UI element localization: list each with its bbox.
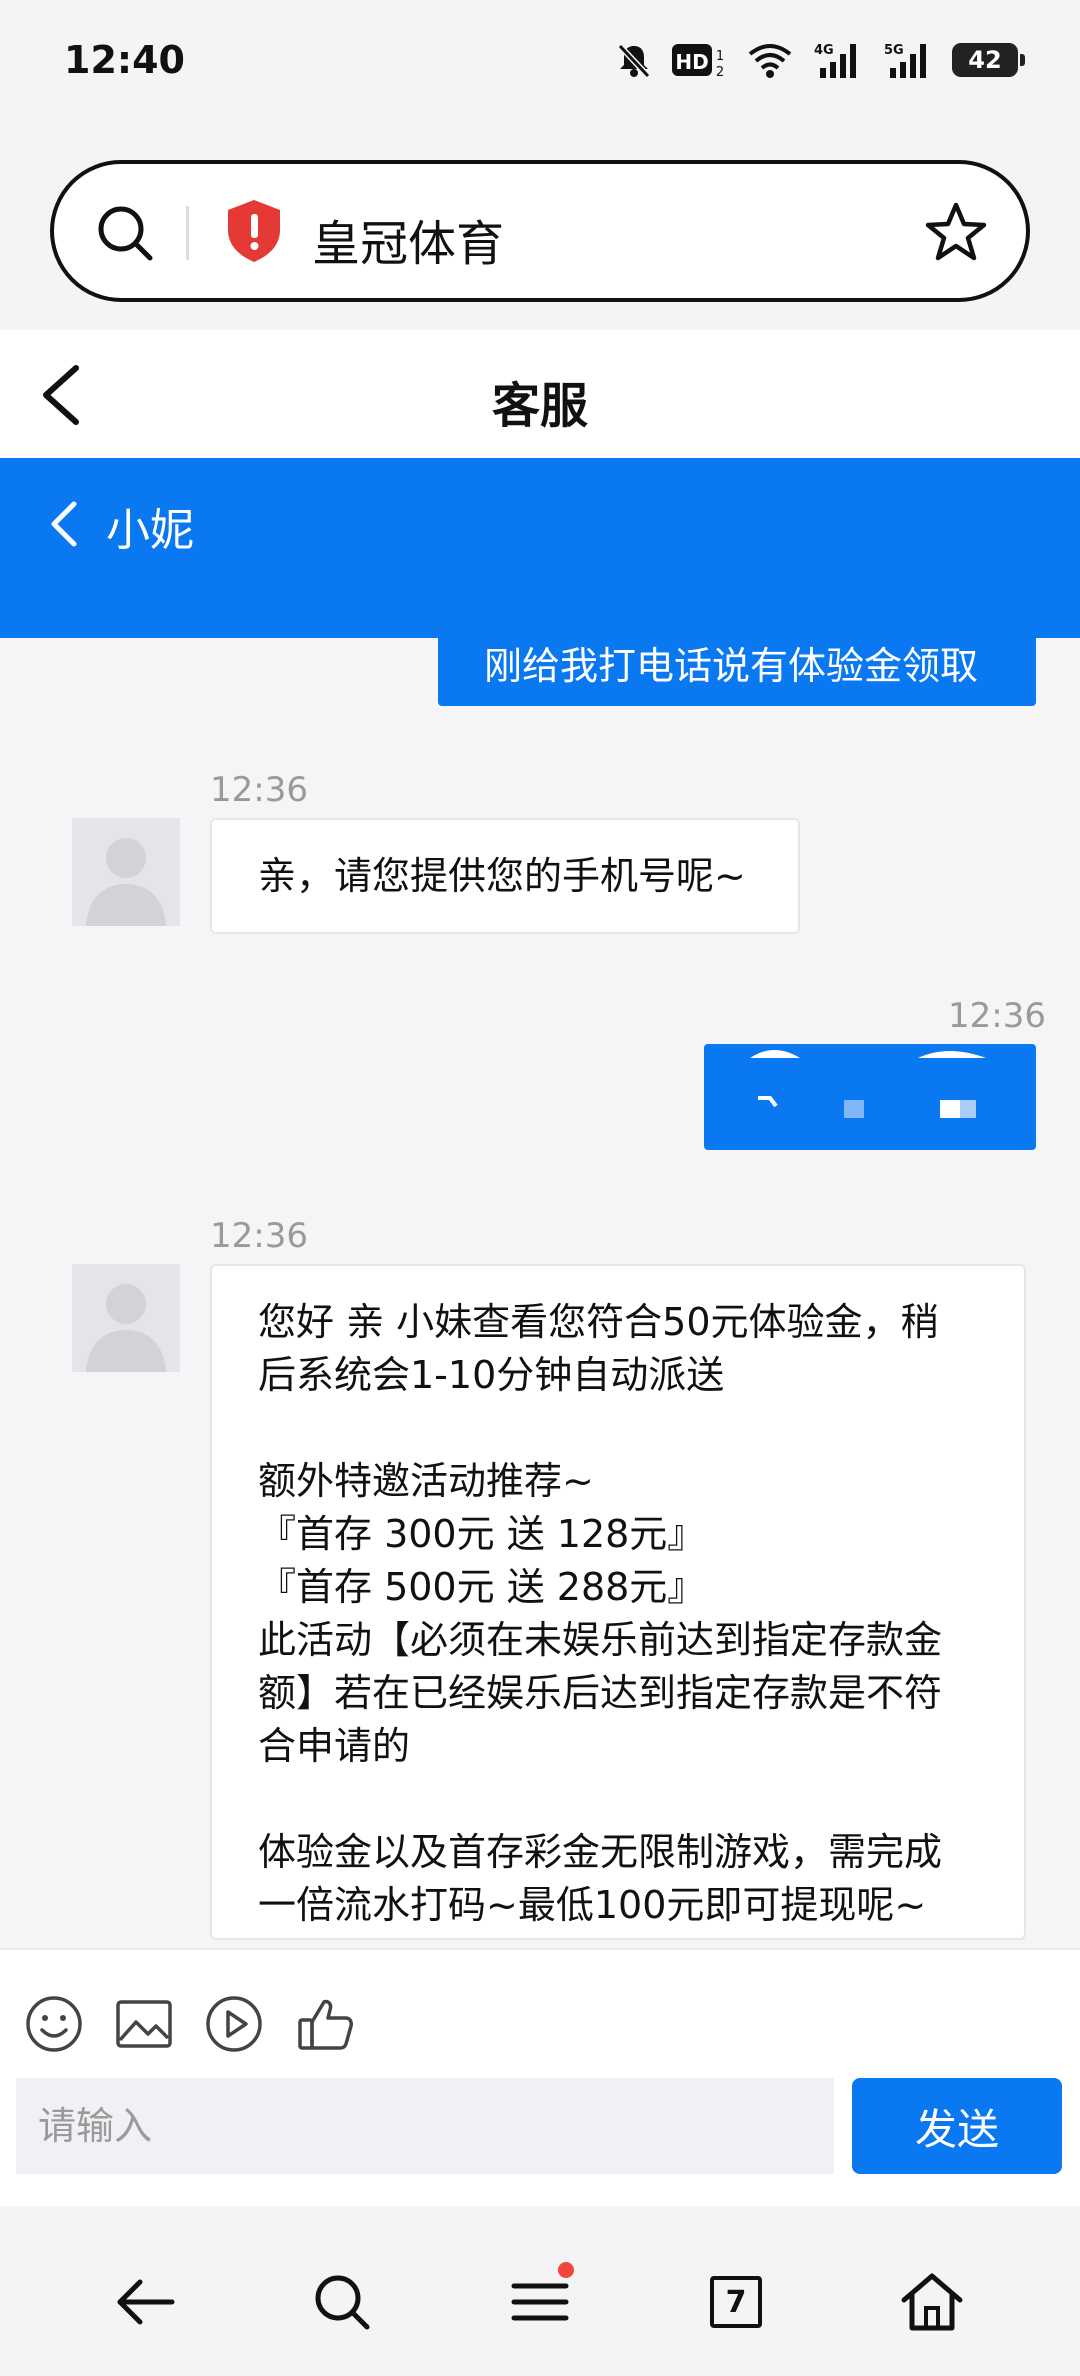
avatar-placeholder-icon: [72, 1264, 180, 1372]
redacted-content-icon: [750, 1050, 986, 1118]
message-text: 刚给我打电话说有体验金领取: [484, 644, 979, 688]
image-icon[interactable]: [112, 1992, 176, 2056]
message-bubble-sent: 刚给我打电话说有体验金领取: [438, 638, 1036, 706]
message-bubble-received: 您好 亲 小妹查看您符合50元体验金，稍 后系统会1-10分钟自动派送 额外特邀…: [210, 1264, 1026, 1940]
emoji-icon[interactable]: [22, 1992, 86, 2056]
svg-text:2: 2: [716, 65, 724, 80]
hd-icon: HD 1 2: [672, 44, 724, 80]
nav-search-button[interactable]: [302, 2262, 382, 2342]
message-input[interactable]: [16, 2078, 834, 2174]
svg-text:4G: 4G: [814, 43, 834, 58]
home-icon: [901, 2273, 963, 2331]
input-area: 发送: [0, 1948, 1080, 2206]
wifi-icon: [748, 44, 792, 78]
message-text: 亲，请您提供您的手机号呢~: [258, 854, 746, 898]
signal-4g-icon: 4G: [814, 43, 856, 78]
menu-icon: [511, 2283, 569, 2321]
nav-tabs-button[interactable]: 7: [696, 2262, 776, 2342]
avatar: [72, 1264, 180, 1372]
status-bar: 12:40 HD 1 2 4G 5G 42: [0, 0, 1080, 130]
nav-menu-button[interactable]: [500, 2262, 580, 2342]
notification-dot: [558, 2262, 574, 2278]
chat-header: 小妮: [0, 458, 1080, 638]
message-bubble-sent-redacted: [704, 1044, 1036, 1150]
divider: [186, 206, 189, 260]
svg-text:5G: 5G: [884, 43, 904, 58]
thumbs-up-icon[interactable]: [294, 1992, 358, 2056]
chat-area[interactable]: 刚给我打电话说有体验金领取 12:36 亲，请您提供您的手机号呢~ 12:36 …: [0, 638, 1080, 1948]
tabs-count: 7: [710, 2276, 762, 2328]
url-text[interactable]: 皇冠体育: [312, 204, 504, 274]
svg-text:1: 1: [716, 49, 724, 64]
message-bubble-received: 亲，请您提供您的手机号呢~: [210, 818, 800, 934]
send-button[interactable]: 发送: [852, 2078, 1062, 2174]
avatar-placeholder-icon: [72, 818, 180, 926]
star-icon[interactable]: [924, 200, 988, 264]
status-icons: HD 1 2 4G 5G 42: [614, 40, 1025, 80]
chat-back-icon[interactable]: [46, 498, 82, 550]
message-timestamp: 12:36: [210, 1216, 308, 1256]
message-timestamp: 12:36: [948, 996, 1046, 1036]
browser-bottom-nav: 7: [0, 2206, 1080, 2376]
signal-5g-icon: 5G: [884, 43, 926, 78]
mute-bell-icon: [617, 43, 651, 79]
message-text: 您好 亲 小妹查看您符合50元体验金，稍 后系统会1-10分钟自动派送 额外特邀…: [258, 1300, 943, 1927]
nav-back-button[interactable]: [106, 2262, 186, 2342]
search-icon: [315, 2275, 370, 2330]
video-icon[interactable]: [202, 1992, 266, 2056]
search-icon[interactable]: [94, 202, 158, 266]
avatar: [72, 818, 180, 926]
message-timestamp: 12:36: [210, 770, 308, 810]
warning-shield-icon[interactable]: [224, 198, 284, 264]
status-time: 12:40: [64, 38, 185, 82]
battery-icon: 42: [952, 43, 1025, 77]
back-icon: [117, 2279, 175, 2325]
contact-name: 小妮: [106, 505, 194, 556]
browser-bar: 皇冠体育: [0, 130, 1080, 330]
page-header: 客服: [0, 330, 1080, 458]
address-bar[interactable]: 皇冠体育: [50, 160, 1030, 302]
page-title: 客服: [491, 378, 588, 434]
svg-text:HD: HD: [675, 50, 708, 74]
nav-home-button[interactable]: [892, 2262, 972, 2342]
